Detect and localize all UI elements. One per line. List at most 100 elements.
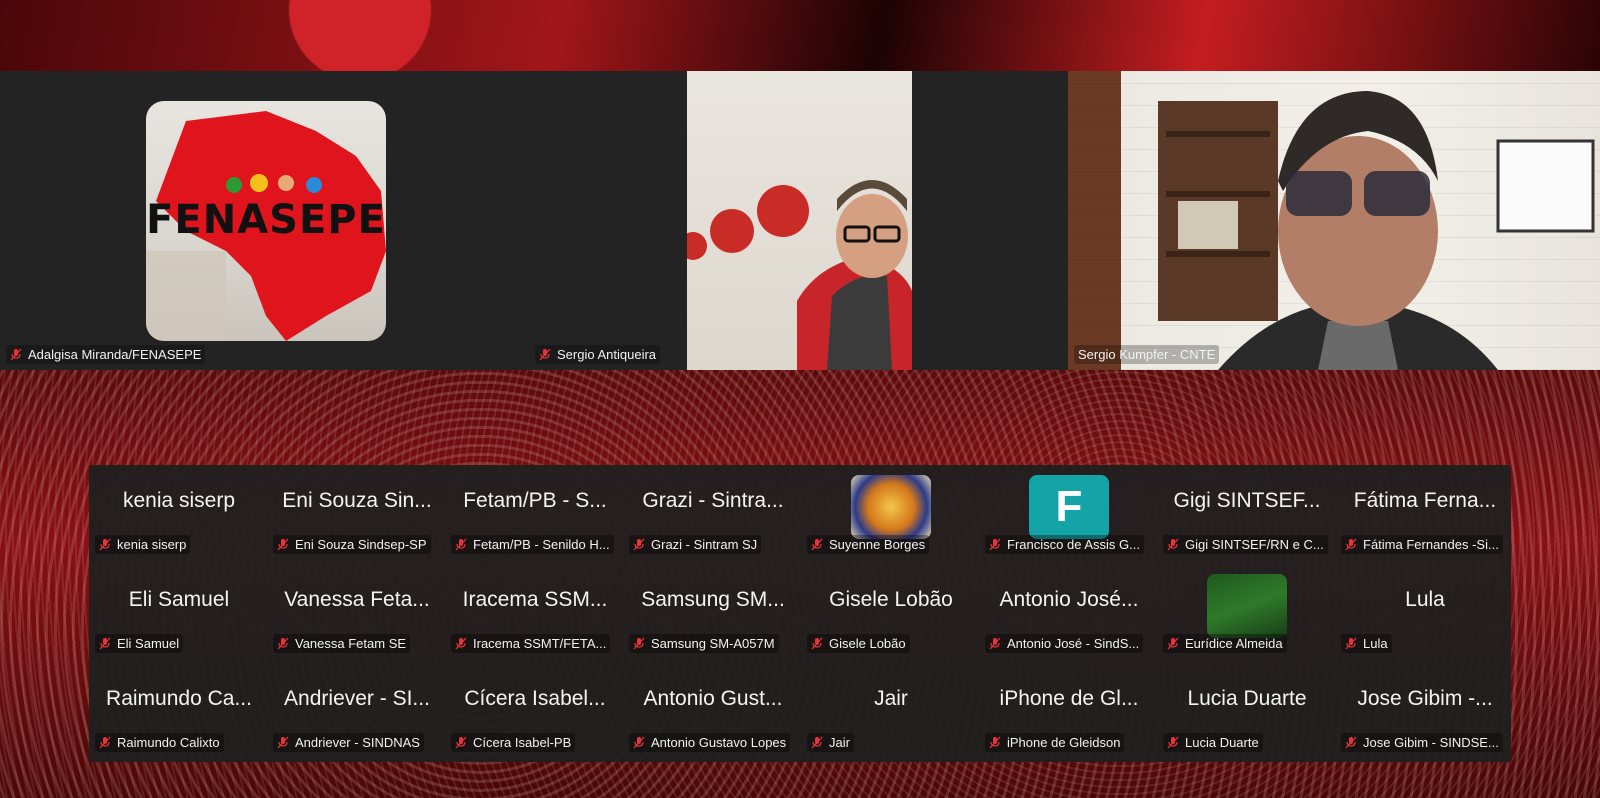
participant-label: Jose Gibim - SINDSE... [1341, 733, 1503, 752]
gallery-tile[interactable]: iPhone de Gl... iPhone de Gleidson [983, 663, 1155, 758]
mic-muted-icon [10, 348, 22, 361]
gallery-tile[interactable]: Fátima Ferna... Fátima Fernandes -Si... [1339, 465, 1511, 560]
video-tile-adalgisa[interactable]: FENASEPE Adalgisa Miranda/FENASEPE Sergi… [0, 71, 687, 370]
mic-muted-icon [277, 538, 289, 551]
gallery-tile[interactable]: Gigi SINTSEF... Gigi SINTSEF/RN e C... [1161, 465, 1333, 560]
background-top [0, 0, 1600, 71]
mic-muted-icon [455, 736, 467, 749]
participant-label: Gigi SINTSEF/RN e C... [1163, 535, 1328, 554]
participant-display-name: Samsung SM... [641, 588, 785, 611]
participant-label: Jair [807, 733, 854, 752]
participant-name: Raimundo Calixto [117, 735, 220, 750]
participant-label: Suyenne Borges [807, 535, 930, 554]
fenasepe-logo: FENASEPE [146, 101, 386, 341]
mic-muted-icon [989, 637, 1001, 650]
mic-muted-icon [1167, 538, 1179, 551]
gallery-tile[interactable]: Jair Jair [805, 663, 977, 758]
mic-muted-icon [455, 637, 467, 650]
speaker-stage: FENASEPE Adalgisa Miranda/FENASEPE Sergi… [0, 71, 1600, 370]
participant-label: kenia siserp [95, 535, 191, 554]
participant-name: Grazi - Sintram SJ [651, 537, 758, 552]
participant-display-name: Eli Samuel [128, 588, 230, 611]
gallery-tile[interactable]: Suyenne Borges [805, 465, 977, 560]
gallery-tile[interactable]: Lucia Duarte Lucia Duarte [1161, 663, 1333, 758]
participant-display-name: Lucia Duarte [1187, 687, 1307, 710]
participant-display-name: Grazi - Sintra... [642, 489, 784, 512]
gallery-tile[interactable]: Eli Samuel Eli Samuel [93, 564, 265, 659]
participant-display-name: iPhone de Gl... [999, 687, 1139, 710]
participant-name: Sergio Kumpfer - CNTE [1078, 347, 1216, 362]
mic-muted-icon [277, 736, 289, 749]
gallery-tile[interactable]: Lula Lula [1339, 564, 1511, 659]
participant-avatar [1207, 574, 1287, 638]
mic-muted-icon [277, 637, 289, 650]
participant-name: Lucia Duarte [1185, 735, 1259, 750]
speaker-video [1068, 71, 1600, 370]
participant-display-name: Fetam/PB - S... [463, 489, 607, 512]
gallery-tile[interactable]: Gisele Lobão Gisele Lobão [805, 564, 977, 659]
gallery-tile[interactable]: Samsung SM... Samsung SM-A057M [627, 564, 799, 659]
video-tile-sergio-antiqueira[interactable] [679, 71, 912, 370]
participant-name: iPhone de Gleidson [1007, 735, 1121, 750]
gallery-view: kenia siserp kenia siserp Eni Souza Sin...… [89, 465, 1511, 762]
gallery-tile[interactable]: Andriever - SI... Andriever - SINDNAS [271, 663, 443, 758]
mic-muted-icon [1345, 736, 1357, 749]
participant-name: Jair [829, 735, 850, 750]
participant-label: Francisco de Assis G... [985, 535, 1144, 554]
participant-label: Andriever - SINDNAS [273, 733, 424, 752]
participant-name: Gigi SINTSEF/RN e C... [1185, 537, 1324, 552]
participant-display-name: kenia siserp [122, 489, 236, 512]
mic-muted-icon [1167, 736, 1179, 749]
gallery-tile[interactable]: Antonio José... Antonio José - SindS... [983, 564, 1155, 659]
participant-name: Fetam/PB - Senildo H... [473, 537, 610, 552]
mic-muted-icon [811, 538, 823, 551]
gallery-tile[interactable]: Iracema SSM... Iracema SSMT/FETA... [449, 564, 621, 659]
participant-label: Lucia Duarte [1163, 733, 1263, 752]
participant-display-name: Fátima Ferna... [1353, 489, 1497, 512]
participant-name: Andriever - SINDNAS [295, 735, 420, 750]
participant-label: Antonio Gustavo Lopes [629, 733, 791, 752]
participant-name: kenia siserp [117, 537, 187, 552]
participant-label: Sergio Kumpfer - CNTE [1074, 345, 1220, 364]
participant-name: Eurídice Almeida [1185, 636, 1283, 651]
mic-muted-icon [99, 538, 111, 551]
gallery-tile[interactable]: Grazi - Sintra... Grazi - Sintram SJ [627, 465, 799, 560]
mic-muted-icon [1345, 637, 1357, 650]
participant-label: Fátima Fernandes -Si... [1341, 535, 1503, 554]
participant-label: Iracema SSMT/FETA... [451, 634, 611, 653]
participant-label: Cícera Isabel-PB [451, 733, 576, 752]
participant-label: Gisele Lobão [807, 634, 910, 653]
participant-display-name: Andriever - SI... [284, 687, 430, 710]
participant-name: Fátima Fernandes -Si... [1363, 537, 1499, 552]
participant-name: Lula [1363, 636, 1388, 651]
participant-display-name: Antonio Gust... [643, 687, 783, 710]
mic-muted-icon [989, 736, 1001, 749]
participant-display-name: Antonio José... [999, 588, 1139, 611]
participant-label-sergio-antiqueira: Sergio Antiqueira [535, 345, 661, 364]
mic-muted-icon [633, 736, 645, 749]
participant-display-name: Lula [1405, 588, 1445, 611]
gallery-tile[interactable]: Fetam/PB - S... Fetam/PB - Senildo H... [449, 465, 621, 560]
gallery-tile[interactable]: F Francisco de Assis G... [983, 465, 1155, 560]
participant-avatar [851, 475, 931, 539]
mic-muted-icon [455, 538, 467, 551]
participant-name: Adalgisa Miranda/FENASEPE [28, 347, 202, 362]
gallery-tile[interactable]: Vanessa Feta... Vanessa Fetam SE [271, 564, 443, 659]
gallery-tile[interactable]: Eni Souza Sin... Eni Souza Sindsep-SP [271, 465, 443, 560]
participant-label: iPhone de Gleidson [985, 733, 1125, 752]
gallery-tile[interactable]: Jose Gibim -... Jose Gibim - SINDSE... [1339, 663, 1511, 758]
participant-name: Samsung SM-A057M [651, 636, 775, 651]
participant-label: Fetam/PB - Senildo H... [451, 535, 614, 554]
gallery-tile[interactable]: kenia siserp kenia siserp [93, 465, 265, 560]
participant-name: Vanessa Fetam SE [295, 636, 407, 651]
gallery-tile[interactable]: Eurídice Almeida [1161, 564, 1333, 659]
participant-label: Vanessa Fetam SE [273, 634, 411, 653]
gallery-tile[interactable]: Raimundo Ca... Raimundo Calixto [93, 663, 265, 758]
participant-display-name: Cícera Isabel... [464, 687, 606, 710]
participant-display-name: Eni Souza Sin... [282, 489, 432, 512]
participant-display-name: Raimundo Ca... [106, 687, 252, 710]
video-tile-sergio-kumpfer[interactable]: Sergio Kumpfer - CNTE [1068, 71, 1600, 370]
participant-label: Raimundo Calixto [95, 733, 224, 752]
gallery-tile[interactable]: Antonio Gust... Antonio Gustavo Lopes [627, 663, 799, 758]
gallery-tile[interactable]: Cícera Isabel... Cícera Isabel-PB [449, 663, 621, 758]
